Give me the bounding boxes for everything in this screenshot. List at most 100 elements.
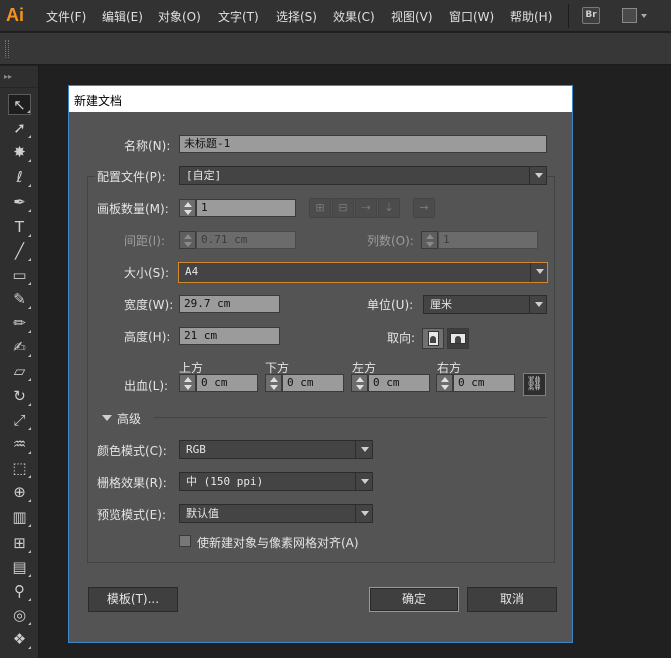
- rotate-tool-icon[interactable]: ↻: [8, 386, 31, 407]
- dialog-titlebar[interactable]: 新建文档: [69, 86, 572, 112]
- chevron-down-icon: [529, 167, 546, 184]
- color-mode-label: 颜色模式(C):: [97, 444, 167, 458]
- width-label: 宽度(W):: [124, 298, 174, 312]
- line-tool-icon[interactable]: ╱: [8, 241, 31, 262]
- columns-label: 列数(O):: [367, 234, 414, 248]
- bleed-bottom-stepper[interactable]: [265, 374, 282, 392]
- warp-tool-icon[interactable]: ♒: [8, 434, 31, 455]
- chevron-down-icon: [530, 263, 547, 282]
- menu-type[interactable]: 文字(T): [218, 8, 259, 25]
- rectangle-tool-icon[interactable]: ▭: [8, 265, 31, 286]
- raster-effects-select[interactable]: 中 (150 ppi): [179, 472, 373, 491]
- workspace-switcher-icon[interactable]: [622, 8, 648, 23]
- bleed-top-input[interactable]: 0 cm: [196, 374, 258, 392]
- group-border-left: [87, 176, 95, 177]
- spacing-stepper[interactable]: [179, 231, 196, 249]
- size-select[interactable]: A4: [178, 262, 548, 283]
- preview-mode-select[interactable]: 默认值: [179, 504, 373, 523]
- raster-effects-value: 中 (150 ppi): [186, 475, 264, 488]
- cancel-button[interactable]: 取消: [467, 587, 557, 612]
- new-document-dialog: 新建文档 名称(N): 未标题-1 配置文件(P): [自定] 画板数量(M):…: [68, 85, 573, 643]
- color-mode-value: RGB: [186, 443, 206, 456]
- grid-by-column-icon[interactable]: ⊟: [332, 198, 354, 218]
- mesh-tool-icon[interactable]: ⊞: [8, 533, 31, 554]
- bridge-icon[interactable]: Br: [582, 7, 600, 24]
- preview-mode-label: 预览模式(E):: [97, 508, 166, 522]
- paintbrush-icon[interactable]: ✎: [8, 289, 31, 310]
- grid-by-row-icon[interactable]: ⊞: [309, 198, 331, 218]
- control-bar: [0, 33, 671, 65]
- ok-button[interactable]: 确定: [369, 587, 459, 612]
- advanced-expand-icon[interactable]: [102, 415, 112, 421]
- lasso-icon[interactable]: ℓ: [8, 167, 31, 188]
- bleed-top-stepper[interactable]: [179, 374, 196, 392]
- tools-panel-header[interactable]: ▸▸: [0, 66, 38, 88]
- link-chain-icon[interactable]: ⛓: [523, 373, 546, 396]
- bleed-right-stepper[interactable]: [436, 374, 453, 392]
- name-input[interactable]: 未标题-1: [179, 135, 547, 153]
- menu-edit[interactable]: 编辑(E): [102, 8, 143, 25]
- chevron-down-icon: [355, 441, 372, 458]
- magic-wand-icon[interactable]: ✸: [8, 142, 31, 163]
- scale-tool-icon[interactable]: ⤢: [8, 410, 31, 431]
- tools-panel: ▸▸ ↖ ➚ ✸ ℓ ✒ T ╱ ▭ ✎ ✏ ✍ ▱ ↻ ⤢ ♒ ⬚ ⊕ ▥ ⊞…: [0, 66, 39, 658]
- bleed-left-input[interactable]: 0 cm: [368, 374, 430, 392]
- menu-window[interactable]: 窗口(W): [449, 8, 494, 25]
- units-label: 单位(U):: [367, 298, 414, 312]
- menu-select[interactable]: 选择(S): [276, 8, 317, 25]
- bleed-label: 出血(L):: [124, 379, 169, 393]
- profile-label: 配置文件(P):: [97, 170, 166, 184]
- direct-selection-tool-icon[interactable]: ➚: [8, 118, 31, 139]
- advanced-label[interactable]: 高级: [117, 410, 141, 427]
- graph-tool-icon[interactable]: ▥: [8, 507, 31, 528]
- units-select[interactable]: 厘米: [423, 295, 547, 314]
- blob-brush-icon[interactable]: ✍: [8, 337, 31, 358]
- eyedropper-icon[interactable]: ⚲: [8, 581, 31, 602]
- arrange-by-column-icon[interactable]: ⇣: [378, 198, 400, 218]
- pencil-icon[interactable]: ✏: [8, 313, 31, 334]
- menu-help[interactable]: 帮助(H): [510, 8, 552, 25]
- symbol-sprayer-icon[interactable]: ❖: [8, 629, 31, 650]
- grip-handle-icon[interactable]: [5, 40, 9, 58]
- selection-tool-icon[interactable]: ↖: [8, 94, 31, 115]
- menu-object[interactable]: 对象(O): [158, 8, 201, 25]
- bleed-right-input[interactable]: 0 cm: [453, 374, 515, 392]
- right-to-left-icon[interactable]: →: [413, 198, 435, 218]
- illustrator-logo: Ai: [6, 5, 24, 25]
- name-label: 名称(N):: [124, 139, 171, 153]
- type-tool-icon[interactable]: T: [8, 217, 31, 238]
- eraser-icon[interactable]: ▱: [8, 361, 31, 382]
- size-select-value: A4: [185, 265, 199, 278]
- menu-file[interactable]: 文件(F): [46, 8, 86, 25]
- columns-input[interactable]: 1: [438, 231, 538, 249]
- shape-builder-icon[interactable]: ⊕: [8, 482, 31, 503]
- templates-button[interactable]: 模板(T)...: [88, 587, 178, 612]
- menu-view[interactable]: 视图(V): [391, 8, 433, 25]
- bleed-bottom-input[interactable]: 0 cm: [282, 374, 344, 392]
- align-pixel-grid-label[interactable]: 使新建对象与像素网格对齐(A): [197, 534, 359, 551]
- height-label: 高度(H):: [124, 330, 171, 344]
- artboards-stepper[interactable]: [179, 199, 196, 217]
- arrange-by-row-icon[interactable]: ⇢: [355, 198, 377, 218]
- portrait-orientation-icon[interactable]: [422, 328, 444, 349]
- free-transform-icon[interactable]: ⬚: [8, 458, 31, 479]
- group-border-right: [547, 176, 555, 177]
- gradient-tool-icon[interactable]: ▤: [8, 557, 31, 578]
- color-mode-select[interactable]: RGB: [179, 440, 373, 459]
- spacing-label: 间距(I):: [124, 234, 165, 248]
- spacing-input[interactable]: 0.71 cm: [196, 231, 296, 249]
- profile-select-value: [自定]: [186, 169, 222, 182]
- columns-stepper[interactable]: [421, 231, 438, 249]
- menu-effect[interactable]: 效果(C): [333, 8, 375, 25]
- pen-tool-icon[interactable]: ✒: [8, 192, 31, 213]
- dialog-title: 新建文档: [74, 94, 123, 108]
- bleed-left-stepper[interactable]: [351, 374, 368, 392]
- profile-select[interactable]: [自定]: [179, 166, 547, 185]
- blend-tool-icon[interactable]: ◎: [8, 605, 31, 626]
- height-input[interactable]: 21 cm: [179, 327, 280, 345]
- align-pixel-grid-checkbox[interactable]: [179, 535, 191, 547]
- chevron-down-icon: [529, 296, 546, 313]
- artboards-input[interactable]: 1: [196, 199, 296, 217]
- landscape-orientation-icon[interactable]: [447, 328, 469, 349]
- width-input[interactable]: 29.7 cm: [179, 295, 280, 313]
